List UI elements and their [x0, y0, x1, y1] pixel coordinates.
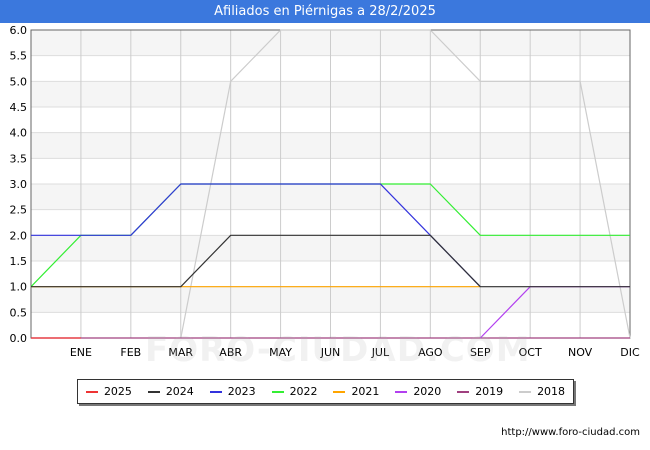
y-tick-label: 5.5 [10, 50, 28, 63]
legend-item-2025: 2025 [85, 385, 132, 398]
legend-label: 2018 [537, 385, 566, 398]
y-tick-label: 1.5 [10, 255, 28, 268]
y-tick-label: 4.5 [10, 101, 28, 114]
legend-item-2021: 2021 [333, 385, 379, 398]
y-tick-label: 2.5 [10, 204, 28, 217]
legend-label: 2024 [165, 385, 194, 398]
legend-item-2022: 2022 [271, 385, 318, 398]
source-url: http://www.foro-ciudad.com [501, 427, 640, 438]
legend-label: 2025 [103, 385, 132, 398]
legend-swatch [333, 390, 346, 393]
x-tick-label: FEB [120, 346, 141, 359]
y-tick-label: 0.0 [10, 332, 28, 345]
legend-label: 2023 [227, 385, 256, 398]
y-tick-label: 2.0 [10, 229, 28, 242]
legend-swatch [147, 390, 160, 393]
legend-item-2020: 2020 [395, 385, 441, 398]
y-tick-label: 4.0 [10, 127, 28, 140]
legend-label: 2019 [475, 385, 504, 398]
x-tick-label: DIC [620, 346, 640, 359]
legend-item-2018: 2018 [519, 385, 565, 398]
x-tick-label: NOV [568, 346, 593, 359]
legend-label: 2022 [289, 385, 318, 398]
legend-item-2024: 2024 [147, 385, 194, 398]
legend-swatch [85, 390, 98, 393]
y-tick-label: 6.0 [10, 24, 28, 37]
legend-label: 2020 [413, 385, 442, 398]
y-tick-label: 3.5 [10, 152, 28, 165]
x-tick-label: ENE [70, 346, 92, 359]
legend-swatch [457, 390, 470, 393]
legend-swatch [209, 390, 222, 393]
legend-swatch [519, 390, 532, 393]
y-tick-label: 5.0 [10, 75, 28, 88]
legend-swatch [395, 390, 408, 393]
legend-item-2023: 2023 [209, 385, 256, 398]
line-chart: 0.0 0.5 1.0 1.5 2.0 2.5 3.0 3.5 4.0 4.5 5.0 5.5 6.0 E… [10, 24, 641, 359]
watermark: FORO-CIUDAD.COM [145, 330, 531, 370]
y-tick-label: 1.0 [10, 281, 28, 294]
legend-item-2019: 2019 [457, 385, 503, 398]
y-tick-label: 0.5 [10, 306, 28, 319]
y-tick-label: 3.0 [10, 178, 28, 191]
legend-label: 2021 [351, 385, 380, 398]
chart-legend: 2025 2024 2023 2022 2021 2020 2019 2018 [77, 379, 574, 404]
legend-swatch [271, 390, 284, 393]
